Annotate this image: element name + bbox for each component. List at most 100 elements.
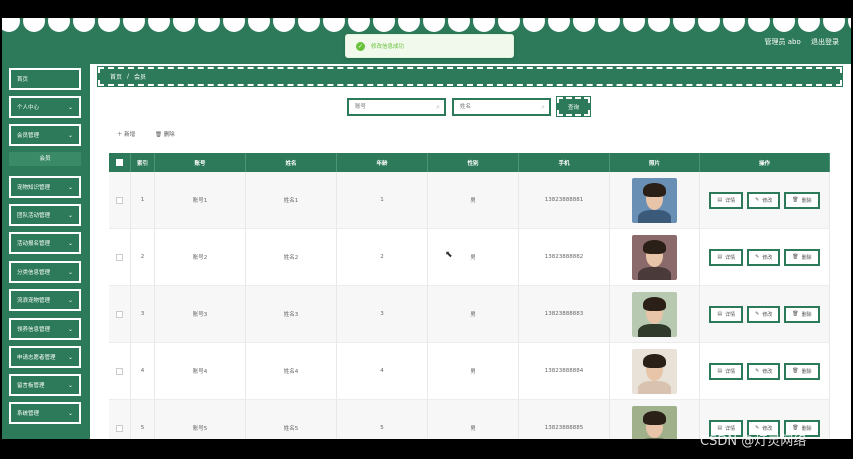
cell-photo [610, 172, 700, 228]
row-select-cell[interactable] [109, 229, 131, 285]
search-button[interactable]: 查询 [556, 96, 591, 117]
cell-phone: 13823888884 [519, 343, 610, 399]
row-checkbox[interactable] [116, 196, 123, 204]
row-select-cell[interactable] [109, 286, 131, 342]
row-checkbox[interactable] [116, 367, 123, 375]
select-all-cell[interactable] [109, 153, 131, 172]
chevron-down-icon: ⌄ [67, 269, 73, 276]
cell-gender: 男 [428, 343, 519, 399]
cell-actions: ▤ 详情 ✎ 修改 🗑 删除 [700, 172, 830, 228]
cell-age: 3 [337, 286, 428, 342]
scallop-shape [223, 18, 245, 32]
delete-button[interactable]: 🗑 删除 [784, 305, 820, 323]
watermark-text: CSDN @灯灵网络 [700, 434, 807, 449]
scallop-shape [148, 18, 170, 32]
scallop-shape [473, 18, 495, 32]
breadcrumb: 首页 / 会员 [97, 66, 843, 87]
member-photo[interactable] [632, 348, 677, 394]
scallop-shape [423, 18, 445, 32]
row-select-cell[interactable] [109, 172, 131, 228]
cell-account: 账号4 [155, 343, 246, 399]
row-select-cell[interactable] [109, 343, 131, 399]
member-table: 索引 账号 姓名 年龄 性别 手机 照片 操作 1 账号1 姓名1 1 男 1382388… [109, 153, 830, 439]
row-select-cell[interactable] [109, 400, 131, 439]
app-window: 管理员 abo 退出登录 首页个人中心 ⌄ 会员管理 ⌄ 宠物知识管理 ⌄ 团队活动管理 ⌄ 活… [2, 18, 851, 439]
breadcrumb-home[interactable]: 首页 [110, 72, 122, 81]
scallop-shape [98, 18, 120, 32]
header-name: 姓名 [246, 153, 337, 172]
cell-name: 姓名4 [246, 343, 337, 399]
breadcrumb-current: 会员 [134, 74, 147, 81]
header-scallop-decoration [2, 18, 851, 32]
cell-actions: ▤ 详情 ✎ 修改 🗑 删除 [700, 343, 830, 399]
row-checkbox[interactable] [116, 310, 123, 318]
account-search-field[interactable]: ⌕ [347, 98, 446, 116]
row-checkbox[interactable] [116, 424, 123, 432]
sidebar-item[interactable]: 会员管理 ⌄ [8, 123, 82, 147]
delete-button[interactable]: 🗑 删除 [784, 362, 820, 380]
sidebar-item[interactable]: 首页 [8, 67, 82, 91]
scallop-shape [823, 18, 845, 32]
detail-button[interactable]: ▤ 详情 [709, 305, 744, 323]
delete-button[interactable]: 🗑 删除 [784, 191, 820, 209]
pencil-icon: ✎ [755, 254, 760, 260]
sidebar-item-label: 申请志愿者管理 [17, 355, 56, 361]
sidebar-item[interactable]: 团队活动管理 ⌄ [8, 203, 82, 227]
scallop-shape [23, 18, 45, 32]
delete-button-label: 删除 [801, 368, 812, 375]
sidebar-item[interactable]: 流浪宠物管理 ⌄ [8, 288, 82, 312]
detail-button-label: 详情 [725, 197, 736, 204]
scallop-shape [2, 18, 20, 32]
edit-button[interactable]: ✎ 修改 [747, 191, 781, 209]
photo-body-shape [638, 380, 671, 394]
row-action-group: ▤ 详情 ✎ 修改 🗑 删除 [709, 248, 820, 266]
detail-button[interactable]: ▤ 详情 [709, 362, 744, 380]
add-button[interactable]: ＋ 新增 [117, 130, 135, 138]
batch-delete-button[interactable]: 🗑 删除 [155, 130, 175, 138]
add-button-label: 新增 [124, 132, 136, 138]
sidebar-subitem-member[interactable]: 会员 [9, 152, 81, 166]
header-user-area: 管理员 abo 退出登录 [757, 37, 839, 47]
edit-button[interactable]: ✎ 修改 [747, 305, 781, 323]
detail-button[interactable]: ▤ 详情 [709, 248, 744, 266]
member-photo[interactable] [632, 291, 677, 337]
sidebar-item[interactable]: 宠物知识管理 ⌄ [8, 175, 82, 199]
scallop-shape [623, 18, 645, 32]
cell-gender: 男 [428, 286, 519, 342]
cell-photo [610, 343, 700, 399]
name-search-input[interactable] [454, 100, 549, 114]
logout-link[interactable]: 退出登录 [811, 38, 839, 46]
edit-button[interactable]: ✎ 修改 [747, 362, 781, 380]
document-icon: ▤ [717, 368, 723, 374]
scallop-shape [598, 18, 620, 32]
row-checkbox[interactable] [116, 253, 123, 261]
detail-button-label: 详情 [725, 311, 736, 318]
member-photo[interactable] [632, 177, 677, 223]
header-actions: 操作 [700, 153, 830, 172]
scallop-shape [573, 18, 595, 32]
edit-button[interactable]: ✎ 修改 [747, 248, 781, 266]
delete-button[interactable]: 🗑 删除 [784, 248, 820, 266]
check-circle-icon: ✓ [356, 41, 365, 51]
account-search-input[interactable] [349, 100, 444, 114]
member-photo[interactable] [632, 405, 677, 439]
cell-name: 姓名3 [246, 286, 337, 342]
sidebar-item[interactable]: 活动报名管理 ⌄ [8, 231, 82, 255]
select-all-checkbox[interactable] [116, 159, 123, 166]
cell-gender: 男 [428, 400, 519, 439]
sidebar-item[interactable]: 分类信息管理 ⌄ [8, 260, 82, 284]
search-icon: ⌕ [436, 103, 440, 111]
sidebar-item[interactable]: 系统管理 ⌄ [8, 401, 82, 425]
sidebar-item[interactable]: 个人中心 ⌄ [8, 95, 82, 119]
sidebar-item[interactable]: 留言板管理 ⌄ [8, 373, 82, 397]
sidebar-item[interactable]: 领养信息管理 ⌄ [8, 317, 82, 341]
row-action-group: ▤ 详情 ✎ 修改 🗑 删除 [709, 191, 820, 209]
detail-button[interactable]: ▤ 详情 [709, 191, 744, 209]
table-row: 4 账号4 姓名4 4 男 13823888884 ▤ 详情 ✎ 修改 🗑 删除 [109, 343, 830, 400]
delete-button-label: 删除 [801, 311, 812, 318]
name-search-field[interactable]: ⌕ [452, 98, 551, 116]
member-photo[interactable] [632, 234, 677, 280]
sidebar-item[interactable]: 申请志愿者管理 ⌄ [8, 345, 82, 369]
cell-name: 姓名5 [246, 400, 337, 439]
mouse-cursor-icon: ⬉ [445, 250, 453, 260]
